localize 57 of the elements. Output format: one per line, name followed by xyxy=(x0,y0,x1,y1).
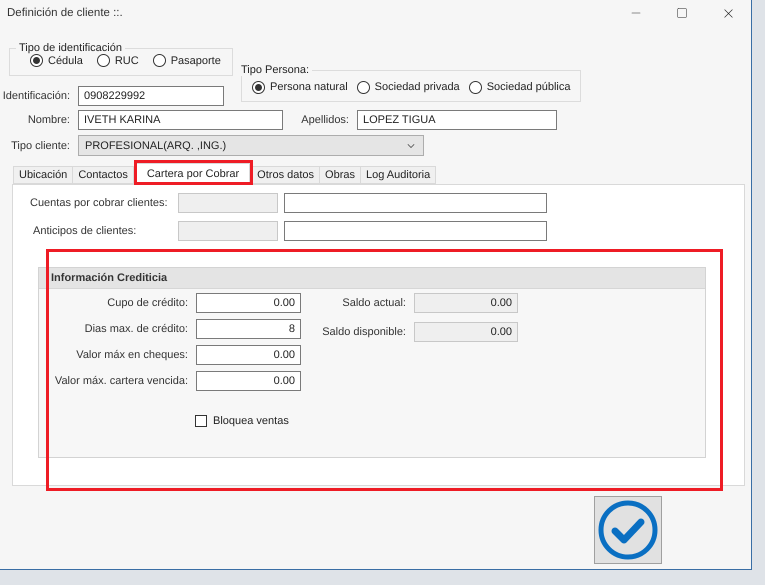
radio-icon[interactable] xyxy=(252,80,265,94)
radio-icon[interactable] xyxy=(356,80,370,94)
amount-field[interactable]: 0.00 xyxy=(196,345,301,365)
radio-label: Persona natural xyxy=(270,81,348,93)
field-label: Identificación: xyxy=(2,90,71,102)
surname-field[interactable]: LOPEZ TIGUA xyxy=(357,110,557,130)
amount-field[interactable]: 0.00 xyxy=(196,293,301,313)
field-label: Cupo de crédito: xyxy=(106,297,189,309)
amount-field[interactable]: 0.00 xyxy=(196,371,301,391)
field-label: Apellidos: xyxy=(300,114,350,126)
radio-icon[interactable] xyxy=(30,54,43,67)
tab[interactable]: Log Auditoria xyxy=(360,166,436,184)
radio-option[interactable]: Cédula xyxy=(30,54,83,67)
window-title: Definición de cliente ::. xyxy=(7,7,124,19)
radio-label: Cédula xyxy=(48,54,83,66)
tab[interactable]: Contactos xyxy=(72,166,134,184)
amount-field[interactable]: 8 xyxy=(196,319,301,339)
field-label: Cuentas por cobrar clientes: xyxy=(29,197,169,209)
field-label: Nombre: xyxy=(26,114,71,126)
radio-label: Pasaporte xyxy=(170,54,221,66)
code-field[interactable] xyxy=(178,221,278,241)
radio-option[interactable]: Persona natural xyxy=(252,80,348,94)
group-title: Información Crediticia xyxy=(39,268,705,289)
checkbox[interactable] xyxy=(195,415,207,427)
radio-option[interactable]: Sociedad privada xyxy=(356,80,460,94)
radio-option[interactable]: RUC xyxy=(96,54,139,67)
radio-icon[interactable] xyxy=(152,54,166,67)
tab[interactable]: Obras xyxy=(319,166,361,184)
field-label: Valor máx en cheques: xyxy=(75,349,189,361)
balance-field[interactable]: 0.00 xyxy=(414,322,518,342)
account-field[interactable] xyxy=(284,221,547,241)
field-label: Saldo disponible: xyxy=(321,326,407,338)
radio-label: Sociedad privada xyxy=(374,81,460,93)
check-circle-icon xyxy=(598,500,658,560)
radio-label: Sociedad pública xyxy=(486,81,570,93)
radio-label: RUC xyxy=(114,54,139,66)
checkbox-label: Bloquea ventas xyxy=(213,415,289,427)
radio-icon[interactable] xyxy=(96,54,110,67)
field-label: Tipo cliente: xyxy=(10,140,71,152)
radio-option[interactable]: Sociedad pública xyxy=(468,80,570,94)
tab[interactable]: Otros datos xyxy=(251,166,320,184)
field-label: Anticipos de clientes: xyxy=(32,225,138,237)
confirm-button[interactable] xyxy=(594,496,662,564)
radio-icon[interactable] xyxy=(468,80,482,94)
balance-field[interactable]: 0.00 xyxy=(414,293,518,313)
group-legend: Tipo de identificación xyxy=(16,42,125,54)
group-legend: Tipo Persona: xyxy=(238,64,312,76)
radio-option[interactable]: Pasaporte xyxy=(152,54,221,67)
field-label: Dias max. de crédito: xyxy=(84,323,189,335)
tab[interactable]: Ubicación xyxy=(13,166,74,184)
account-field[interactable] xyxy=(284,193,547,213)
field-label: Saldo actual: xyxy=(341,297,407,309)
field-label: Valor máx. cartera vencida: xyxy=(54,375,189,387)
identification-field[interactable]: 0908229992 xyxy=(78,86,224,106)
name-field[interactable]: IVETH KARINA xyxy=(78,110,283,130)
code-field[interactable] xyxy=(178,193,278,213)
client-type-dropdown[interactable]: PROFESIONAL(ARQ. ,ING.) xyxy=(78,135,424,156)
